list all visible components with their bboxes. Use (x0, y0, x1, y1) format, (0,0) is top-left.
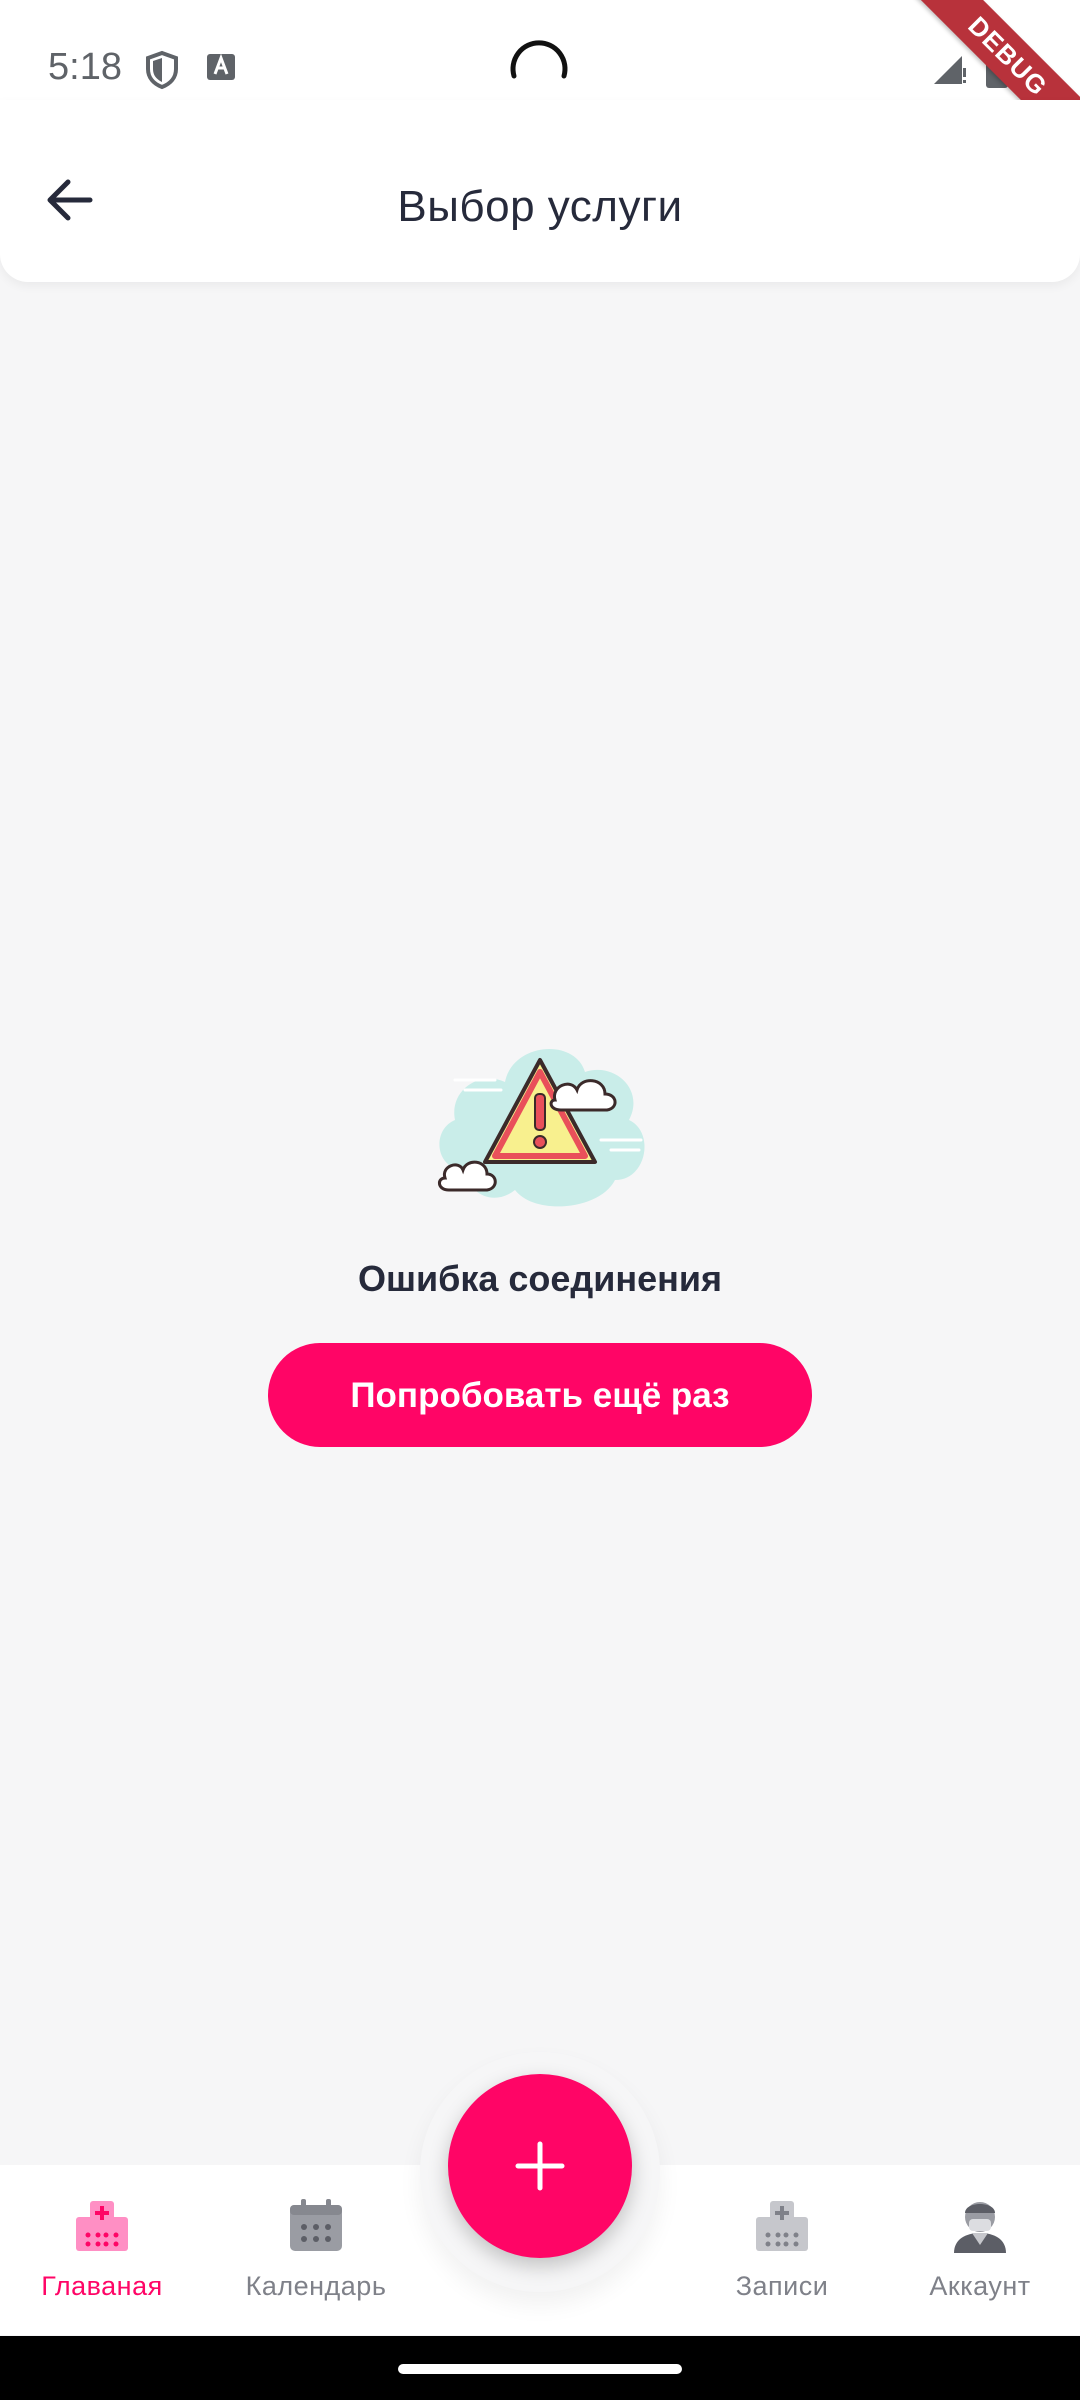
clinic-icon (756, 2201, 808, 2251)
keyboard-icon (207, 53, 235, 80)
error-message: Ошибка соединения (357, 1258, 723, 1299)
loading-spinner (506, 36, 570, 100)
plus-icon (515, 2141, 565, 2191)
nav-item-home[interactable]: Главаная (0, 2195, 212, 2302)
nav-item-calendar[interactable]: Календарь (206, 2195, 426, 2302)
nav-label-records: Записи (735, 2271, 829, 2301)
signal-icon (934, 56, 967, 84)
shield-icon (146, 50, 178, 90)
page-title: Выбор услуги (397, 182, 683, 231)
add-fab-button[interactable] (448, 2074, 632, 2258)
doctor-avatar-icon (954, 2202, 1006, 2253)
nav-label-calendar: Календарь (245, 2271, 387, 2301)
nav-item-account[interactable]: Аккаунт (870, 2195, 1080, 2302)
home-gesture-handle[interactable] (398, 2364, 682, 2374)
hospital-icon (76, 2201, 128, 2251)
calendar-icon (290, 2199, 342, 2251)
app-bar: Выбор услуги (0, 100, 1080, 282)
retry-button[interactable]: Попробовать ещё раз (268, 1343, 812, 1447)
nav-item-records[interactable]: Записи (672, 2195, 892, 2302)
nav-label-account: Аккаунт (929, 2271, 1031, 2301)
nav-label-home: Главаная (41, 2271, 163, 2301)
status-time: 5:18 (48, 46, 122, 88)
warning-cloud-icon (438, 1049, 645, 1207)
